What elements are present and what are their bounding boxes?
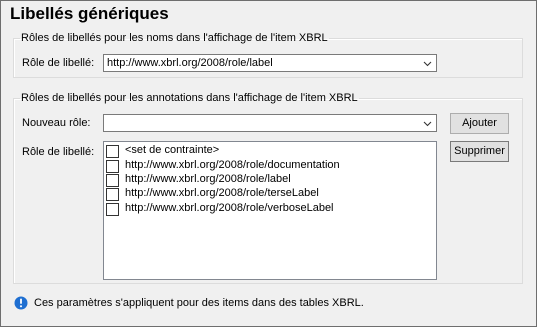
annotation-roles-checklist[interactable]: <set de contrainte> http://www.xbrl.org/… bbox=[103, 141, 437, 280]
footer-note: Ces paramètres s'appliquent pour des ite… bbox=[34, 297, 364, 309]
new-role-label: Nouveau rôle: bbox=[22, 117, 91, 129]
chevron-down-icon bbox=[423, 61, 432, 67]
generic-labels-dialog: Libellés génériques Rôles de libellés po… bbox=[0, 0, 537, 327]
role-item-label: http://www.xbrl.org/2008/role/terseLabel bbox=[125, 187, 319, 199]
role-checkbox[interactable] bbox=[106, 145, 119, 158]
names-role-value: http://www.xbrl.org/2008/role/label bbox=[107, 57, 273, 69]
new-role-combobox[interactable] bbox=[103, 114, 437, 132]
annotation-role-label: Rôle de libellé: bbox=[22, 146, 95, 158]
annotations-group-legend: Rôles de libellés pour les annotations d… bbox=[21, 92, 358, 104]
role-item-label: http://www.xbrl.org/2008/role/label bbox=[125, 173, 291, 185]
info-icon bbox=[14, 296, 28, 310]
names-role-combobox[interactable]: http://www.xbrl.org/2008/role/label bbox=[103, 54, 437, 72]
role-item-label: http://www.xbrl.org/2008/role/documentat… bbox=[125, 159, 340, 171]
role-item-label: http://www.xbrl.org/2008/role/verboseLab… bbox=[125, 202, 334, 214]
dialog-title: Libellés génériques bbox=[10, 4, 169, 23]
delete-button[interactable]: Supprimer bbox=[450, 141, 509, 162]
role-checkbox[interactable] bbox=[106, 174, 119, 187]
names-group-legend: Rôles de libellés pour les noms dans l'a… bbox=[21, 32, 328, 44]
role-checkbox[interactable] bbox=[106, 188, 119, 201]
role-checkbox[interactable] bbox=[106, 160, 119, 173]
add-button[interactable]: Ajouter bbox=[450, 113, 509, 134]
role-checkbox[interactable] bbox=[106, 203, 119, 216]
chevron-down-icon bbox=[423, 121, 432, 127]
names-role-label: Rôle de libellé: bbox=[22, 57, 95, 69]
role-item-label: <set de contrainte> bbox=[125, 144, 220, 156]
